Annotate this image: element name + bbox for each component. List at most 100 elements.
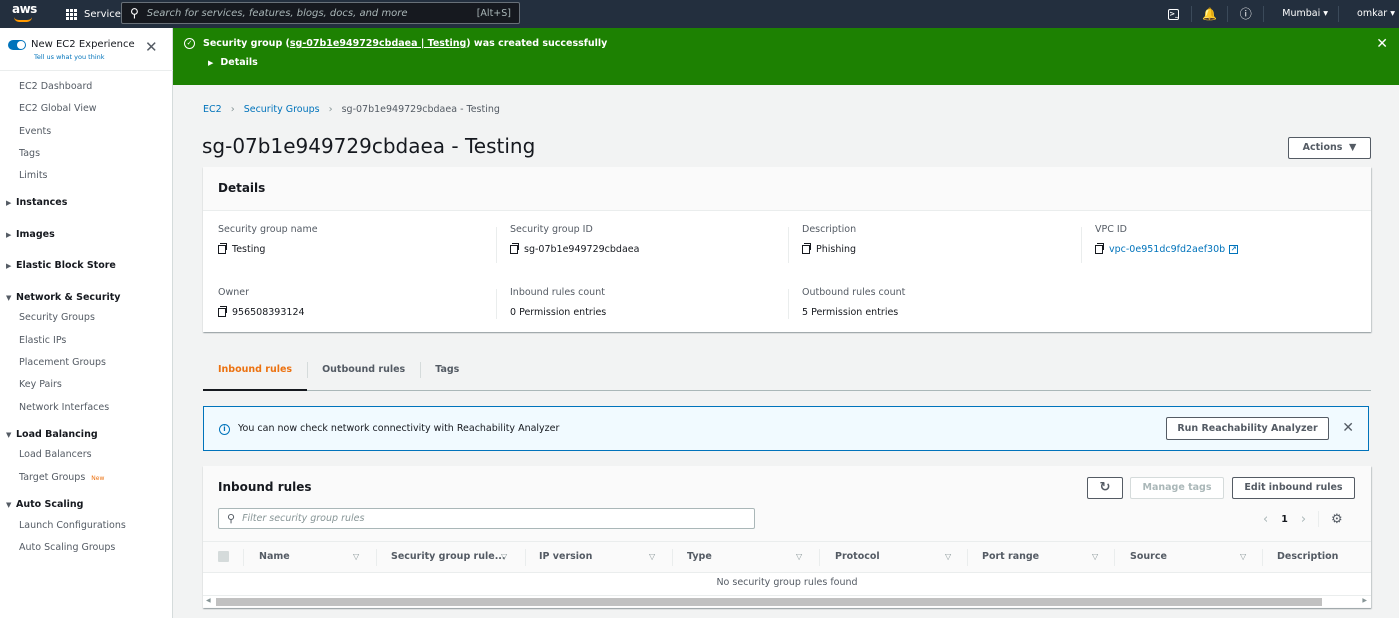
sidebar-item-key-pairs[interactable]: Key Pairs <box>0 374 173 396</box>
section-label: Load Balancing <box>16 428 98 440</box>
column-header-description[interactable]: Description <box>1277 542 1367 572</box>
services-label: Services <box>84 8 127 20</box>
tab-outbound-rules[interactable]: Outbound rules <box>307 355 420 384</box>
sort-icon: ▽ <box>353 552 360 561</box>
column-label: Source <box>1130 551 1167 562</box>
column-header-ip-version[interactable]: IP version ▽ <box>539 542 661 572</box>
breadcrumb-security-groups[interactable]: Security Groups <box>244 104 320 115</box>
sidebar-section-images[interactable]: ▶ Images <box>0 219 173 251</box>
close-icon[interactable]: ✕ <box>145 40 158 55</box>
caret-right-icon: ▶ <box>6 230 12 239</box>
manage-tags-button[interactable]: Manage tags <box>1130 477 1224 499</box>
sort-icon: ▽ <box>945 552 952 561</box>
region-selector[interactable]: Mumbai ▾ <box>1264 6 1340 22</box>
section-label: Network & Security <box>16 291 121 303</box>
column-label: IP version <box>539 551 593 562</box>
column-header-type[interactable]: Type ▽ <box>687 542 809 572</box>
page-title: sg-07b1e949729cbdaea - Testing <box>202 134 536 158</box>
chevron-left-icon[interactable]: ‹ <box>1263 512 1268 527</box>
rules-tabs: Inbound rules Outbound rules Tags <box>203 355 1371 391</box>
sort-icon: ▽ <box>1092 552 1099 561</box>
column-header-name[interactable]: Name ▽ <box>259 542 363 572</box>
pagination: ‹ 1 › ⚙ <box>1263 511 1343 527</box>
column-header-protocol[interactable]: Protocol ▽ <box>835 542 957 572</box>
item-label: Target Groups <box>19 471 86 483</box>
external-link-icon[interactable]: ↗ <box>1229 245 1239 254</box>
new-experience-toggle[interactable] <box>8 40 26 50</box>
field-label: Inbound rules count <box>510 287 605 298</box>
tab-tags[interactable]: Tags <box>420 355 474 384</box>
flash-message: Security group (sg-07b1e949729cbdaea | T… <box>203 38 607 49</box>
horizontal-scrollbar[interactable]: ◀ ▶ <box>203 595 1371 607</box>
field-label: Owner <box>218 287 250 298</box>
sidebar-item-ec2-dashboard[interactable]: EC2 Dashboard <box>0 76 173 98</box>
copy-icon[interactable] <box>218 243 227 254</box>
feedback-link[interactable]: Tell us what you think <box>34 53 105 61</box>
column-label: Port range <box>982 551 1040 562</box>
scroll-left-icon[interactable]: ◀ <box>206 597 211 604</box>
breadcrumb-ec2[interactable]: EC2 <box>203 104 222 115</box>
sidebar-section-elastic-block-store[interactable]: ▶ Elastic Block Store <box>0 250 173 282</box>
info-icon: i <box>219 424 230 435</box>
notifications-button[interactable]: 🔔 <box>1192 6 1229 22</box>
scrollbar-thumb[interactable] <box>216 598 1322 606</box>
cloudshell-button[interactable]: >_ <box>1156 6 1193 22</box>
column-header-security-group-rule[interactable]: Security group rule... ▽ <box>391 542 513 572</box>
refresh-button[interactable]: ↻ <box>1087 477 1123 499</box>
services-menu-button[interactable]: Services <box>66 8 127 20</box>
sidebar-item-target-groups[interactable]: Target Groups New <box>0 467 173 489</box>
copy-icon[interactable] <box>510 243 519 254</box>
page-number[interactable]: 1 <box>1281 514 1288 525</box>
sidebar-item-tags[interactable]: Tags <box>0 143 173 165</box>
sidebar-item-elastic-ips[interactable]: Elastic IPs <box>0 330 173 352</box>
sidebar-item-security-groups[interactable]: Security Groups <box>0 307 173 329</box>
sort-icon: ▽ <box>649 552 656 561</box>
chevron-right-icon[interactable]: › <box>1301 512 1306 527</box>
flash-details-toggle[interactable]: ▶ Details <box>208 57 258 68</box>
new-experience-title: New EC2 Experience <box>31 39 135 50</box>
copy-icon[interactable] <box>1095 243 1104 254</box>
actions-button[interactable]: Actions ▼ <box>1288 137 1371 159</box>
close-icon[interactable]: ✕ <box>1342 420 1354 436</box>
field-value: Phishing <box>816 244 857 255</box>
column-header-port-range[interactable]: Port range ▽ <box>982 542 1104 572</box>
column-label: Type <box>687 551 712 562</box>
sidebar-section-instances[interactable]: ▶ Instances <box>0 187 173 219</box>
column-header-source[interactable]: Source ▽ <box>1130 542 1252 572</box>
close-icon[interactable]: ✕ <box>1376 36 1388 52</box>
caret-down-icon: ▼ <box>6 430 12 439</box>
global-search-input[interactable]: ⚲ Search for services, features, blogs, … <box>121 2 520 24</box>
scroll-right-icon[interactable]: ▶ <box>1362 597 1367 604</box>
sidebar-item-network-interfaces[interactable]: Network Interfaces <box>0 397 173 419</box>
tab-inbound-rules[interactable]: Inbound rules <box>203 355 308 391</box>
sidebar-item-placement-groups[interactable]: Placement Groups <box>0 352 173 374</box>
details-heading: Details <box>203 167 1371 211</box>
field-value: 0 Permission entries <box>510 307 607 318</box>
security-group-link[interactable]: sg-07b1e949729cbdaea | Testing <box>290 38 466 49</box>
sidebar-item-auto-scaling-groups[interactable]: Auto Scaling Groups <box>0 537 173 559</box>
sidebar-item-limits[interactable]: Limits <box>0 165 173 187</box>
run-reachability-analyzer-button[interactable]: Run Reachability Analyzer <box>1166 417 1329 440</box>
help-button[interactable]: ⓘ <box>1228 6 1265 22</box>
copy-icon[interactable] <box>218 306 227 317</box>
vpc-id-link[interactable]: vpc-0e951dc9fd2aef30b <box>1109 244 1225 255</box>
sidebar-item-ec2-global-view[interactable]: EC2 Global View <box>0 98 173 120</box>
aws-logo[interactable]: aws <box>8 0 52 28</box>
new-experience-panel: New EC2 Experience Tell us what you thin… <box>0 28 173 71</box>
edit-inbound-rules-button[interactable]: Edit inbound rules <box>1232 477 1355 499</box>
refresh-icon: ↻ <box>1099 480 1111 495</box>
sidebar-item-launch-configurations[interactable]: Launch Configurations <box>0 515 173 537</box>
field-value: sg-07b1e949729cbdaea <box>524 244 640 255</box>
search-shortcut: [Alt+S] <box>476 7 511 19</box>
sidebar-item-events[interactable]: Events <box>0 121 173 143</box>
section-label: Images <box>16 228 55 240</box>
field-label: Security group name <box>218 224 318 235</box>
sidebar-item-load-balancers[interactable]: Load Balancers <box>0 444 173 466</box>
gear-icon[interactable]: ⚙ <box>1331 512 1343 527</box>
user-menu[interactable]: omkar ▾ <box>1339 6 1399 22</box>
filter-rules-input[interactable]: ⚲ Filter security group rules <box>218 508 755 529</box>
caret-right-icon: ▶ <box>208 59 214 67</box>
select-all-checkbox[interactable] <box>218 551 229 562</box>
copy-icon[interactable] <box>802 243 811 254</box>
top-navigation: aws Services ⚲ Search for services, feat… <box>0 0 1399 28</box>
